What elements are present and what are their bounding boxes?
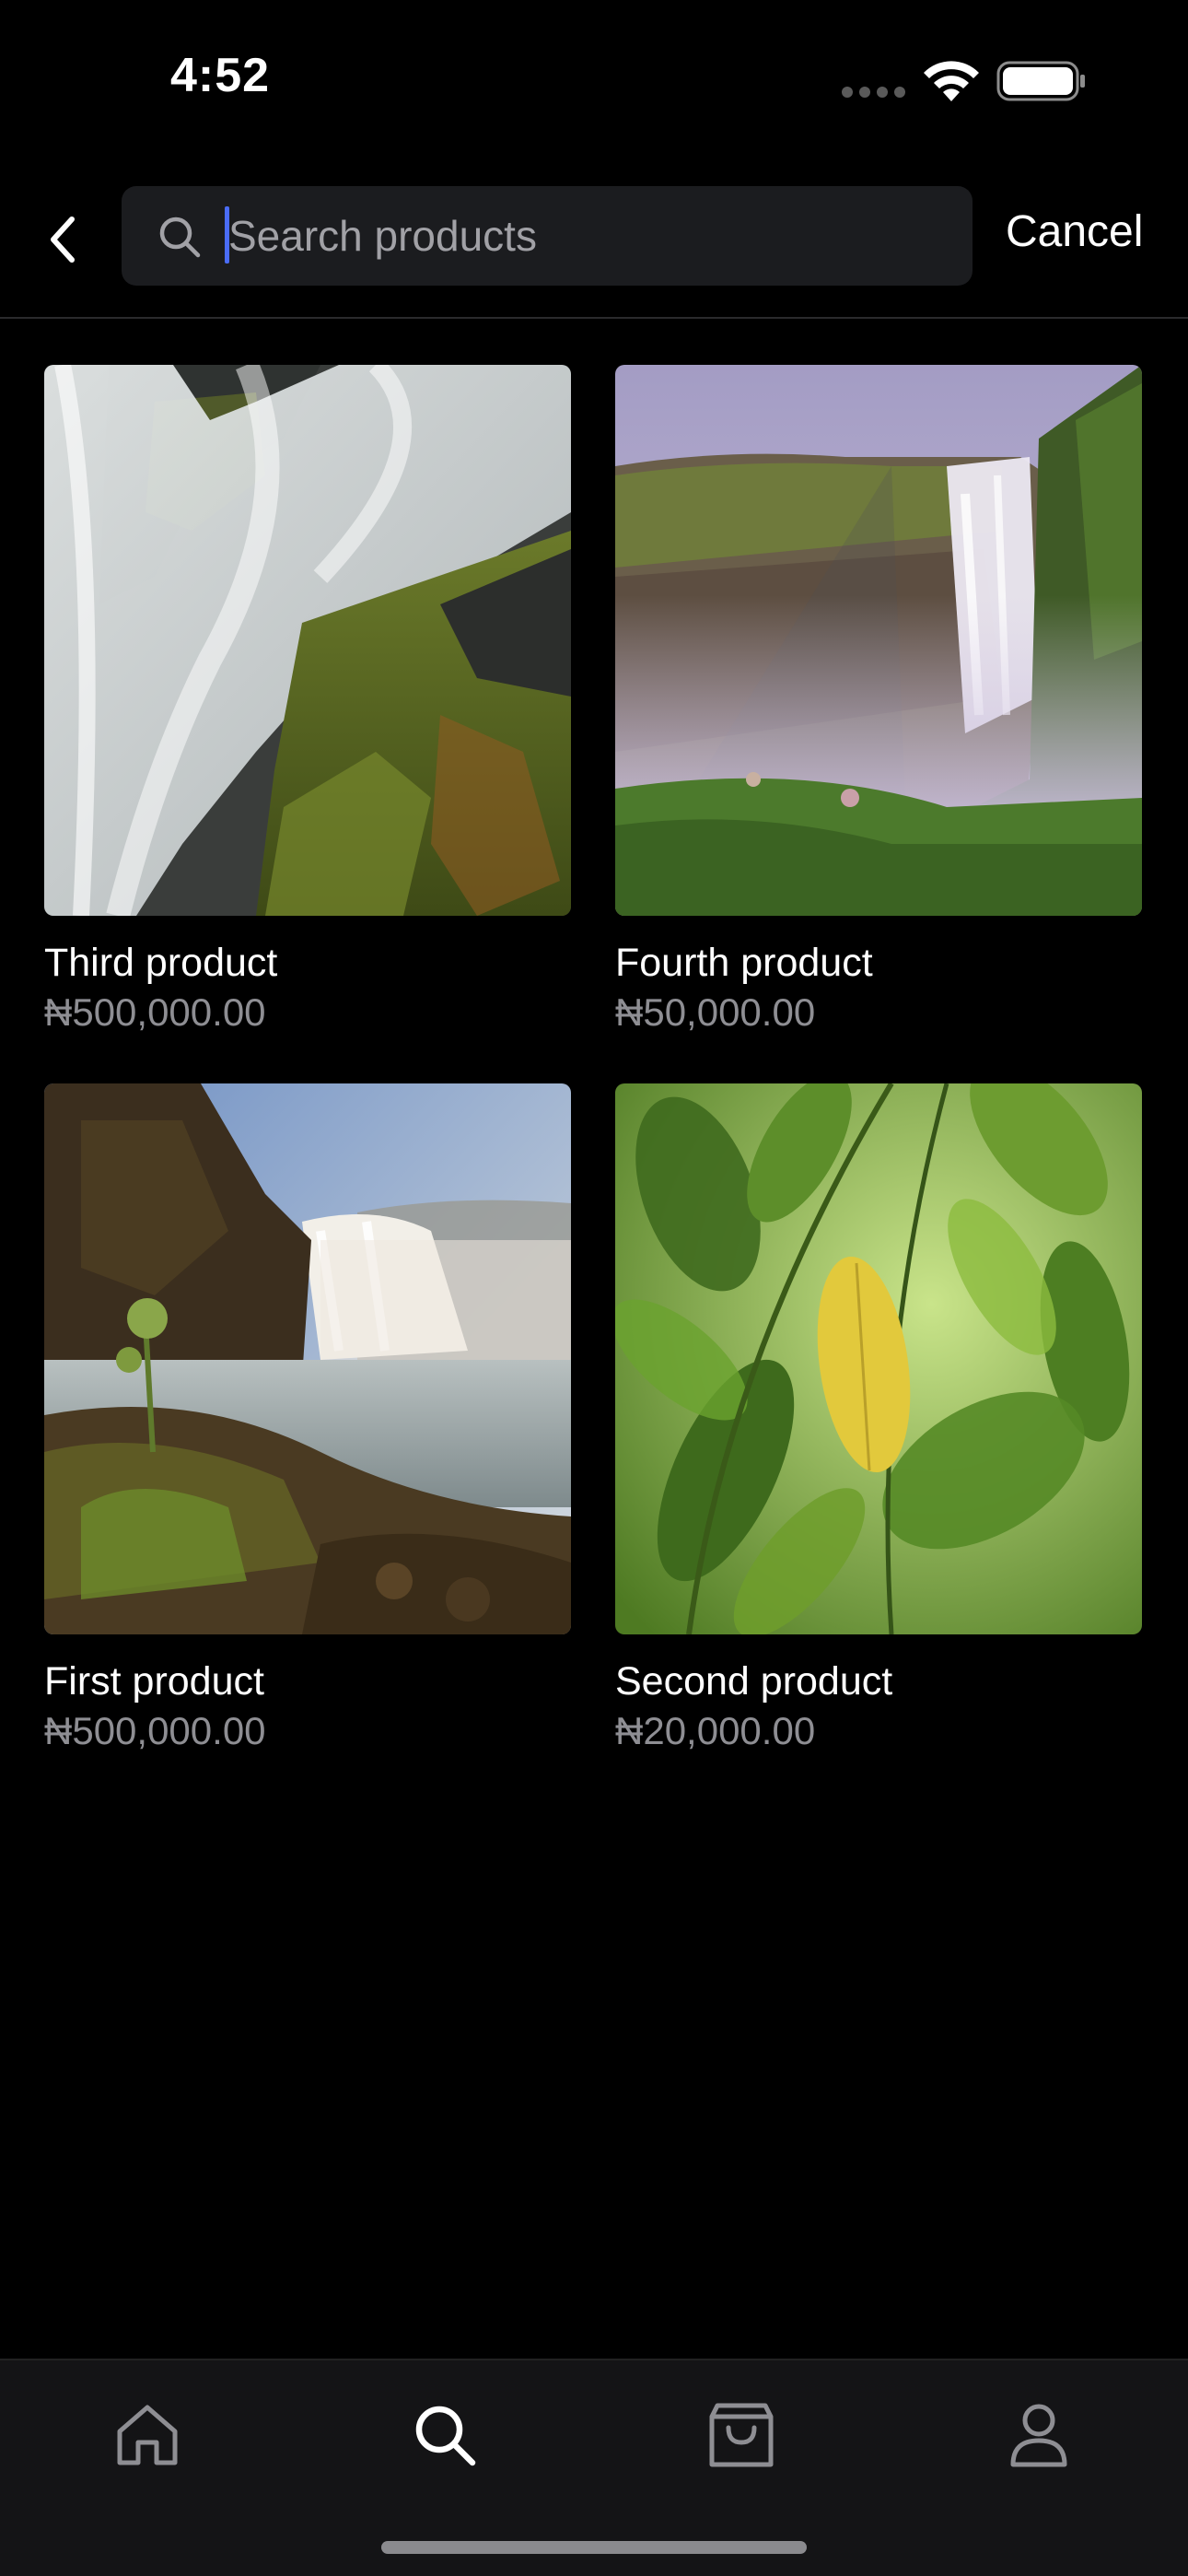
product-card[interactable]: First product ₦500,000.00: [44, 1083, 571, 1754]
home-icon: [117, 2405, 178, 2465]
status-time: 4:52: [170, 49, 271, 102]
product-price: ₦500,000.00: [44, 990, 266, 1034]
status-bar: 4:52: [0, 0, 1188, 157]
search-header: Cancel: [0, 175, 1188, 317]
back-button[interactable]: [28, 205, 98, 275]
tab-profile[interactable]: [997, 2394, 1080, 2476]
header-divider: [0, 317, 1188, 319]
product-name: Fourth product: [615, 941, 873, 985]
product-card[interactable]: Third product ₦500,000.00: [44, 365, 571, 1036]
user-icon: [1010, 2404, 1067, 2467]
search-icon: [159, 217, 201, 258]
product-name: Third product: [44, 941, 278, 985]
product-image[interactable]: [44, 365, 571, 916]
product-image[interactable]: [615, 1083, 1142, 1634]
cancel-button[interactable]: Cancel: [1006, 206, 1143, 257]
wifi-icon: [924, 61, 979, 101]
signal-dots-icon: [842, 87, 906, 100]
tab-home[interactable]: [106, 2394, 189, 2476]
product-price: ₦20,000.00: [615, 1709, 816, 1752]
search-icon: [415, 2406, 476, 2466]
tab-cart[interactable]: [700, 2394, 783, 2476]
battery-icon: [996, 61, 1085, 101]
search-input[interactable]: [221, 203, 956, 269]
product-price: ₦50,000.00: [615, 990, 816, 1034]
search-field[interactable]: [122, 186, 973, 286]
search-screen: 4:52 Cancel: [0, 0, 1188, 2576]
text-caret: [225, 206, 229, 263]
shopping-bag-icon: [709, 2403, 774, 2467]
product-name: Second product: [615, 1659, 893, 1704]
tab-search[interactable]: [403, 2394, 486, 2476]
product-card[interactable]: Fourth product ₦50,000.00: [615, 365, 1142, 1036]
product-image[interactable]: [44, 1083, 571, 1634]
chevron-left-icon: [51, 217, 75, 263]
home-indicator[interactable]: [381, 2541, 807, 2554]
product-card[interactable]: Second product ₦20,000.00: [615, 1083, 1142, 1754]
product-price: ₦500,000.00: [44, 1709, 266, 1752]
product-image[interactable]: [615, 365, 1142, 916]
product-name: First product: [44, 1659, 264, 1704]
